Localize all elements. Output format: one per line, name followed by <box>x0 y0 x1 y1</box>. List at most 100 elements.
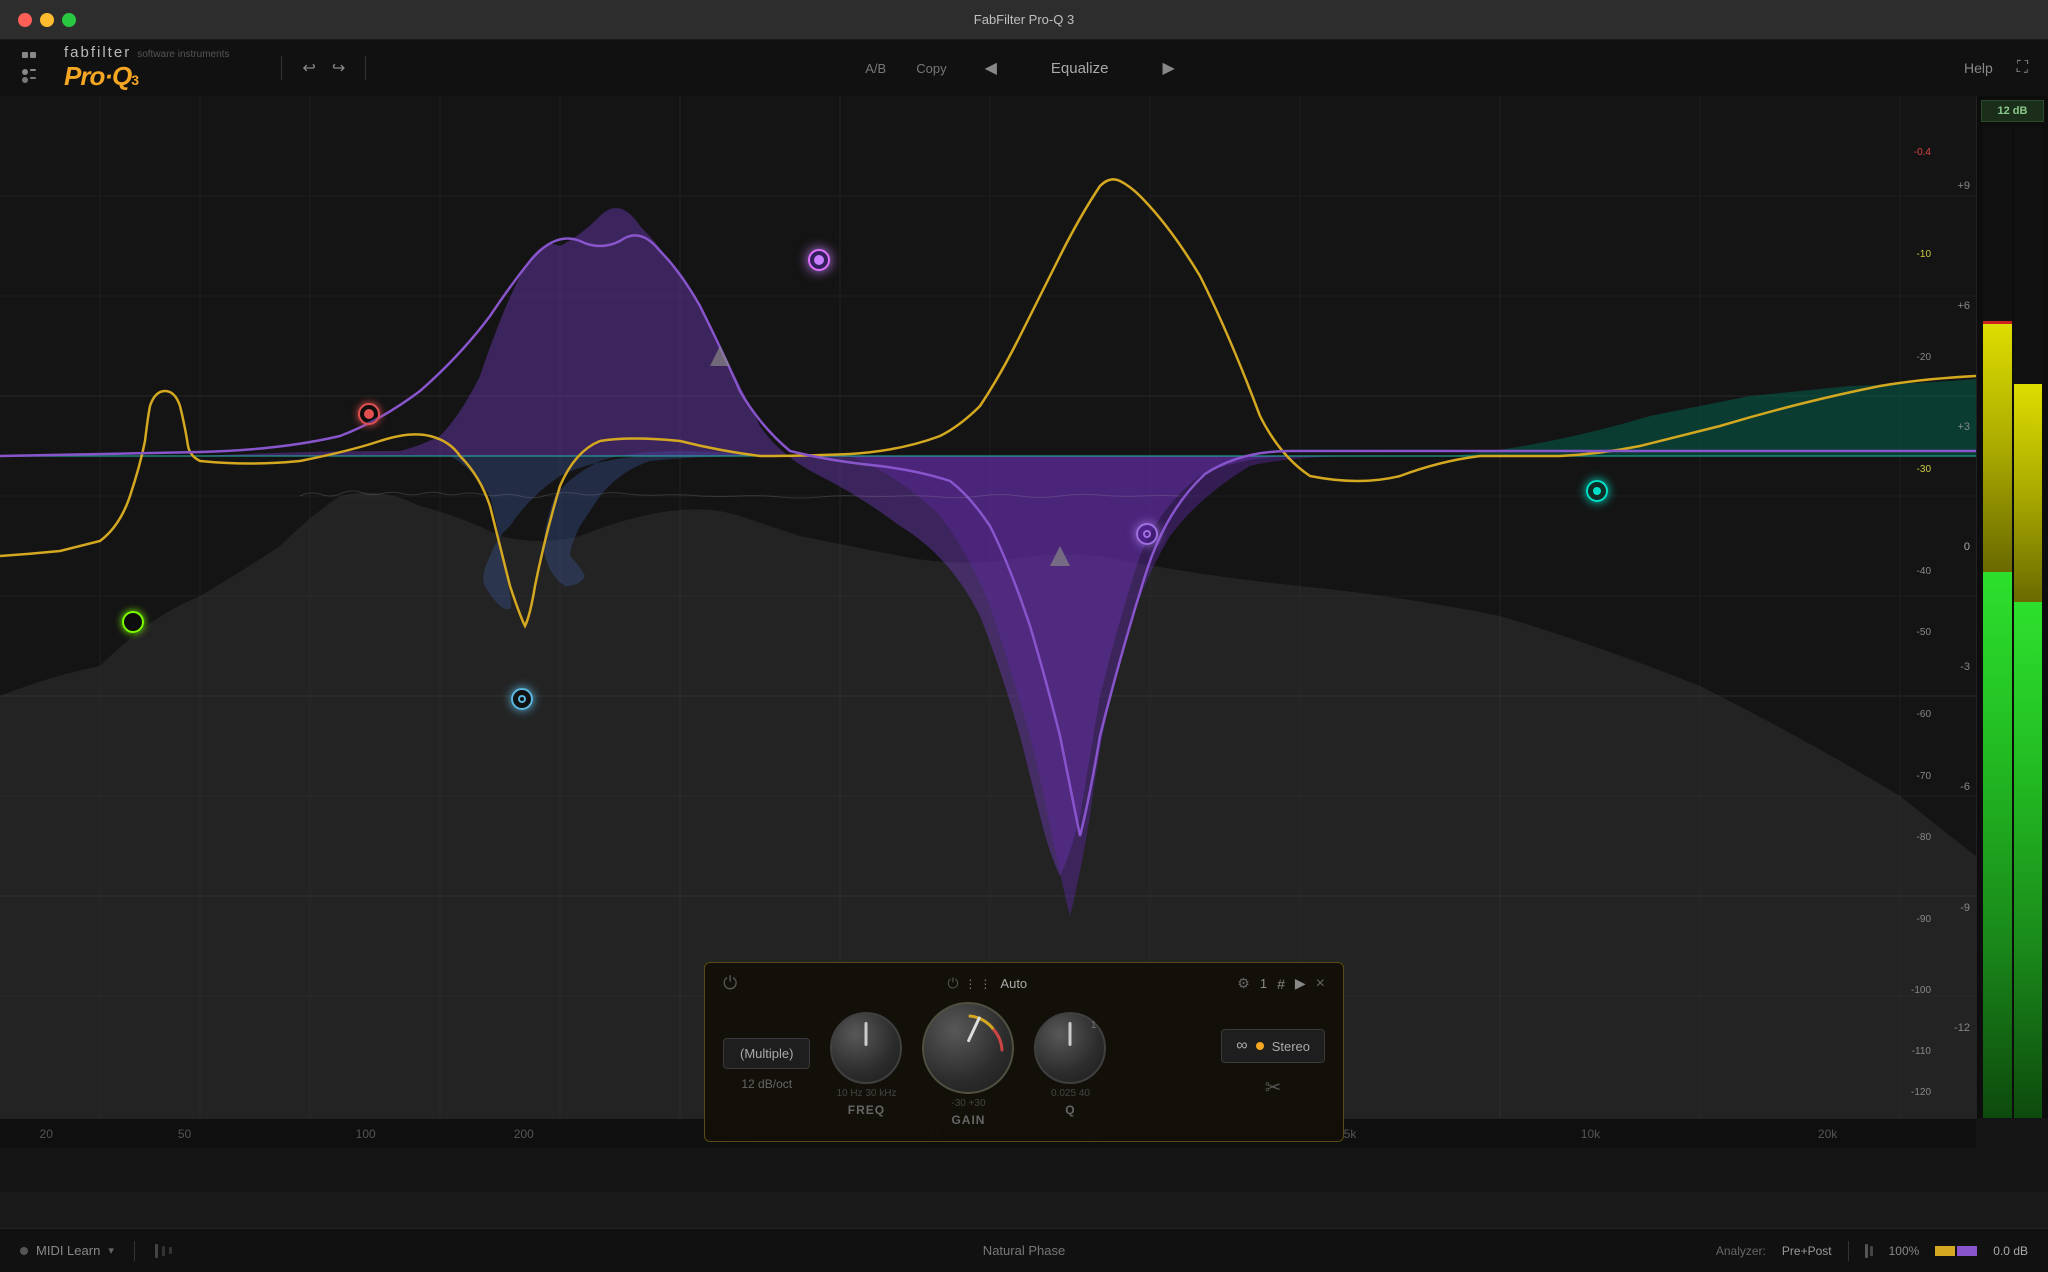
band-power-button[interactable]: ⏻ <box>723 973 737 994</box>
vu-meter: 12 dB <box>1976 96 2048 1118</box>
freq-knob[interactable] <box>830 1012 902 1084</box>
analyzer-val[interactable]: Pre+Post <box>1782 1244 1832 1258</box>
color-indicators <box>1935 1246 1977 1256</box>
vu-bars <box>1977 126 2048 1118</box>
cut-button[interactable]: ✂ <box>1265 1075 1282 1100</box>
gain-knob-group: -30 +30 GAIN <box>922 1002 1014 1127</box>
freq-knob-indicator <box>865 1022 868 1046</box>
band-handle-3[interactable] <box>511 688 533 710</box>
vu-bar-right <box>2014 126 2043 1118</box>
db-label-n9: -9 <box>1928 902 1976 914</box>
zoom-label: 100% <box>1889 1244 1920 1258</box>
product-name: Pro·Q <box>64 61 131 92</box>
vu-scale-n20: -20 <box>1917 352 1931 363</box>
q-range: 0.025 40 <box>1051 1088 1090 1099</box>
panel-auto-row: ⏻ ⋮⋮ Auto <box>947 975 1027 992</box>
vu-scale-n50: -50 <box>1917 627 1931 638</box>
link-icon: ∞ <box>1236 1037 1247 1055</box>
auto-label: Auto <box>1000 976 1027 991</box>
logo-text: fabfilter software instruments Pro·Q 3 <box>64 44 229 92</box>
maximize-button[interactable] <box>62 13 76 27</box>
midi-learn-area: MIDI Learn ▾ <box>20 1243 114 1258</box>
toolbar-right: Help ⛶ <box>1964 59 2028 77</box>
copy-button[interactable]: Copy <box>916 61 946 76</box>
band-link-icon: ⋮⋮ <box>964 977 994 991</box>
band-power-small[interactable]: ⏻ <box>947 975 958 992</box>
db-label-n3: -3 <box>1928 661 1976 673</box>
db-label-n6: -6 <box>1928 781 1976 793</box>
cut-icon-row: ✂ <box>1221 1075 1325 1100</box>
logo-area: fabfilter software instruments Pro·Q 3 <box>20 44 229 92</box>
window-title: FabFilter Pro-Q 3 <box>974 12 1074 27</box>
panel-right-controls: ∞ Stereo ✂ <box>1221 1029 1325 1100</box>
vu-scale-n110: -110 <box>1912 1046 1931 1057</box>
vu-scale-n30: -30 <box>1917 464 1931 475</box>
band-handle-6[interactable] <box>1586 480 1608 502</box>
vu-bar-right-yellow <box>2014 384 2043 602</box>
stereo-button[interactable]: ∞ Stereo <box>1221 1029 1325 1063</box>
settings-icon[interactable]: ⚙ <box>1237 975 1250 992</box>
vu-scale-0: -0.4 <box>1914 147 1931 158</box>
gain-label: GAIN <box>951 1113 985 1127</box>
status-right: Analyzer: Pre+Post 100% 0.0 dB <box>1716 1241 2028 1261</box>
vu-scale-n120: -120 <box>1911 1087 1931 1098</box>
close-button[interactable] <box>18 13 32 27</box>
filter-type-selector[interactable]: (Multiple) <box>723 1038 810 1069</box>
midi-arrow[interactable]: ▾ <box>108 1244 114 1257</box>
panel-top-row: ⏻ ⏻ ⋮⋮ Auto ⚙ 1 # ▶ × <box>723 973 1325 994</box>
logo-sub: software instruments <box>137 49 229 60</box>
toolbar-center: A/B Copy ◀ Equalize ▶ <box>865 54 1183 82</box>
freq-range: 10 Hz 30 kHz <box>836 1088 896 1099</box>
db-label-p3: +3 <box>1928 421 1976 433</box>
ab-label[interactable]: A/B <box>865 61 886 76</box>
fabfilter-logo-icon <box>20 50 56 86</box>
undo-button[interactable]: ↩ <box>294 54 323 82</box>
purple-indicator <box>1957 1246 1977 1256</box>
vu-scale-n10: -10 <box>1917 249 1931 260</box>
band-handle-1[interactable] <box>122 611 144 633</box>
midi-learn-label[interactable]: MIDI Learn <box>36 1243 100 1258</box>
db-label-p9: +9 <box>1928 180 1976 192</box>
freq-label-20: 20 <box>40 1127 53 1141</box>
band-handle-4[interactable] <box>808 249 830 271</box>
vu-bar-left <box>1983 126 2012 1118</box>
window-controls[interactable] <box>18 13 76 27</box>
band-handle-5[interactable] <box>1136 523 1158 545</box>
redo-button[interactable]: ↪ <box>324 54 353 82</box>
logo-brand: fabfilter <box>64 44 131 61</box>
help-button[interactable]: Help <box>1964 60 1993 76</box>
equalize-button[interactable]: Equalize <box>1035 56 1125 81</box>
activity-bar-1 <box>155 1244 158 1258</box>
activity-bar-2 <box>162 1246 165 1256</box>
zoom-bar <box>1865 1244 1868 1258</box>
vu-bar-right-green <box>2014 602 2043 1118</box>
freq-label-100: 100 <box>356 1127 376 1141</box>
prev-preset-button[interactable]: ◀ <box>977 54 1005 82</box>
band-handle-2[interactable] <box>358 403 380 425</box>
db-label-n12: -12 <box>1928 1022 1976 1034</box>
eq-band-panel: ⏻ ⏻ ⋮⋮ Auto ⚙ 1 # ▶ × (Multiple) 12 dB/o… <box>704 962 1344 1142</box>
vu-bar-left-red <box>1983 321 2012 324</box>
eq-area: 20 50 100 200 500 1k 2k 5k 10k 20k +9 +6… <box>0 96 2048 1192</box>
product-version: 3 <box>131 72 139 88</box>
panel-play-button[interactable]: ▶ <box>1295 975 1306 992</box>
filter-type-area: (Multiple) 12 dB/oct <box>723 1038 810 1091</box>
vu-scale-n60: -60 <box>1917 709 1931 720</box>
expand-button[interactable]: ⛶ <box>2017 59 2028 77</box>
q-knob[interactable]: 1 <box>1034 1012 1106 1084</box>
gain-knob[interactable] <box>922 1002 1014 1094</box>
activity-indicator <box>155 1244 172 1258</box>
panel-close-button[interactable]: × <box>1316 975 1325 993</box>
freq-label-50: 50 <box>178 1127 191 1141</box>
minimize-button[interactable] <box>40 13 54 27</box>
yellow-indicator <box>1935 1246 1955 1256</box>
vu-scale-n40: -40 <box>1917 566 1931 577</box>
vu-scale-n70: -70 <box>1917 771 1931 782</box>
next-preset-button[interactable]: ▶ <box>1154 54 1182 82</box>
filter-slope: 12 dB/oct <box>723 1077 810 1091</box>
panel-hash-button[interactable]: # <box>1277 976 1285 992</box>
midi-dot <box>20 1247 28 1255</box>
panel-icons-row: ⚙ 1 # ▶ × <box>1237 975 1325 993</box>
freq-label-5k: 5k <box>1344 1127 1357 1141</box>
db-label-p6: +6 <box>1928 300 1976 312</box>
